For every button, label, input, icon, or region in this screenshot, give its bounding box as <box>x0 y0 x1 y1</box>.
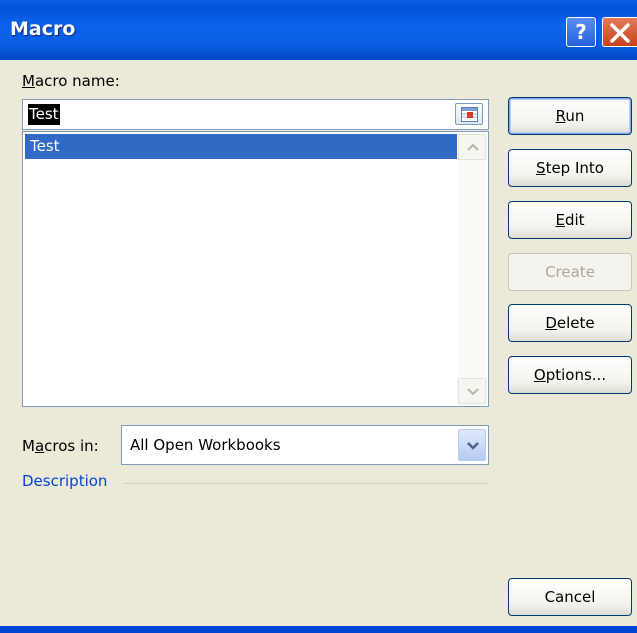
chevron-down-icon <box>467 442 479 450</box>
macros-in-dropdown-button[interactable] <box>458 429 486 461</box>
macros-in-label: Macros in: <box>22 437 99 455</box>
macro-name-input[interactable]: Test <box>22 99 489 130</box>
description-divider <box>124 483 489 484</box>
chevron-down-icon <box>467 388 479 396</box>
macros-in-select[interactable]: All Open Workbooks <box>121 425 489 465</box>
close-button[interactable] <box>602 17 637 47</box>
create-button: Create <box>508 253 632 291</box>
close-x-icon <box>610 23 630 43</box>
chevron-up-icon <box>467 143 479 151</box>
scroll-down-button[interactable] <box>458 378 486 404</box>
macro-name-label: Macro name: <box>22 72 120 90</box>
macro-list[interactable]: Test <box>22 131 489 407</box>
range-select-icon <box>461 107 478 122</box>
vertical-scrollbar[interactable] <box>457 133 487 405</box>
options-button[interactable]: Options... <box>508 356 632 394</box>
range-select-button[interactable] <box>455 103 483 125</box>
list-item[interactable]: Test <box>25 134 457 159</box>
edit-button[interactable]: Edit <box>508 201 632 239</box>
help-button[interactable]: ? <box>566 17 596 47</box>
description-label: Description <box>22 472 108 490</box>
delete-button[interactable]: Delete <box>508 304 632 342</box>
step-into-button[interactable]: Step Into <box>508 149 632 187</box>
scroll-up-button[interactable] <box>458 134 486 160</box>
window-bottom-border <box>0 626 637 633</box>
window-title: Macro <box>10 18 76 40</box>
title-bar[interactable]: Macro ? <box>0 0 637 60</box>
macro-name-value: Test <box>28 104 60 125</box>
run-button[interactable]: Run <box>508 97 632 135</box>
cancel-button[interactable]: Cancel <box>508 578 632 616</box>
macros-in-value: All Open Workbooks <box>130 436 281 454</box>
